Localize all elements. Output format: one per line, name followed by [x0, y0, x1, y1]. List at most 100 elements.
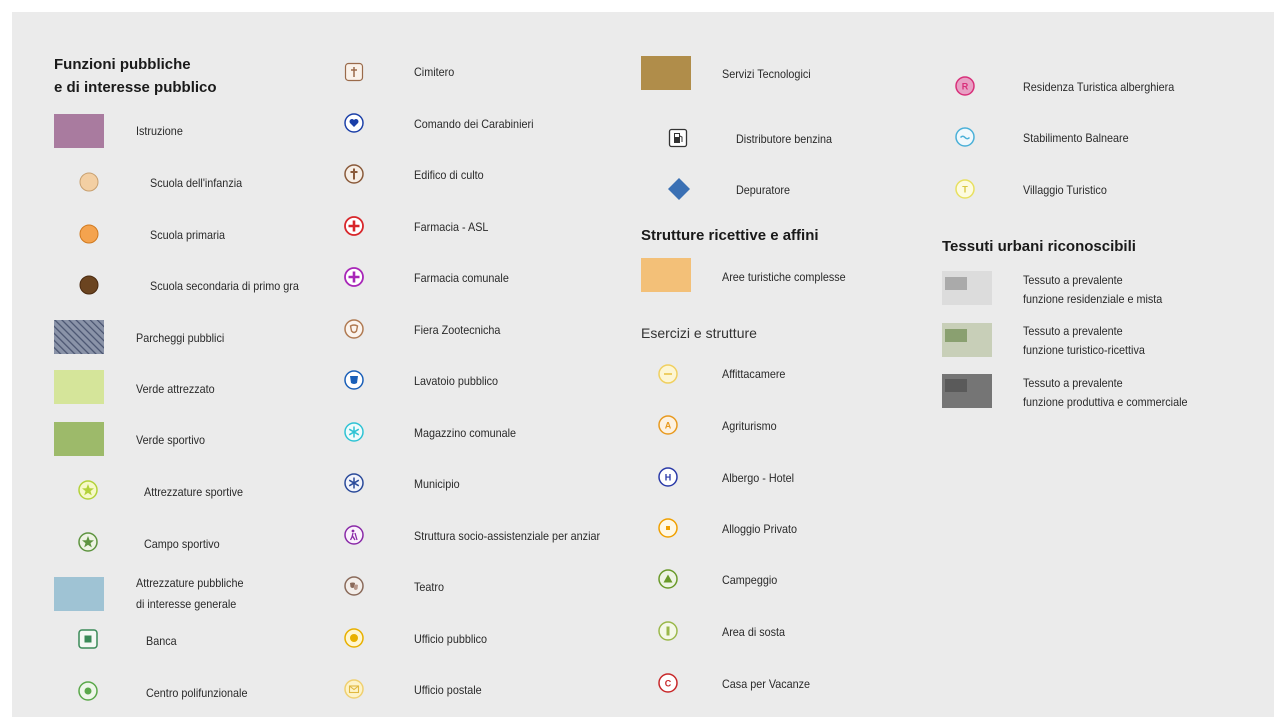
scuola-secondaria-icon	[78, 274, 100, 296]
legend-label-distributore: Distributore benzina	[736, 132, 833, 146]
fiera-icon	[343, 318, 365, 340]
verde-sportivo-swatch	[54, 422, 104, 456]
legend-label-scuola-secondaria: Scuola secondaria di primo gra	[150, 279, 299, 293]
tessuto-produttivo-inner	[945, 379, 967, 392]
square-dot-icon	[657, 517, 679, 539]
ufficio-pubblico-icon	[343, 627, 365, 649]
legend-label-farmacia-comunale: Farmacia comunale	[414, 271, 509, 285]
cross-icon	[343, 163, 365, 185]
section-title-funzioni-line1: Funzioni pubbliche	[54, 56, 191, 73]
letter-t-icon: T	[954, 178, 976, 200]
legend-label-tessuto-residenziale-line1: Tessuto a prevalente	[1023, 273, 1123, 287]
villaggio-glyph: T	[962, 185, 968, 195]
albergo-glyph: H	[665, 473, 672, 483]
teatro-icon	[343, 575, 365, 597]
legend-label-istruzione: Istruzione	[136, 124, 183, 138]
letter-c-icon: C	[657, 672, 679, 694]
legend-label-attrezzature-pubbliche-line2: di interesse generale	[136, 597, 237, 611]
legend-label-servizi-tecnologici: Servizi Tecnologici	[722, 67, 811, 81]
section-title-funzioni-line2: e di interesse pubblico	[54, 79, 217, 96]
farmacia-icon	[343, 266, 365, 288]
legend-label-cimitero: Cimitero	[414, 65, 455, 79]
asterisk-icon	[343, 472, 365, 494]
tessuto-residenziale-swatch	[942, 271, 992, 305]
lavatoio-icon	[343, 369, 365, 391]
tessuto-residenziale-inner	[945, 277, 967, 290]
letter-a-icon: A	[657, 414, 679, 436]
carabinieri-icon	[343, 112, 365, 134]
tessuto-turistico-inner	[945, 329, 967, 342]
legend-label-farmacia-asl: Farmacia - ASL	[414, 220, 489, 234]
legend-label-area-sosta: Area di sosta	[722, 625, 786, 639]
envelope-icon	[343, 678, 365, 700]
triangle-icon	[657, 568, 679, 590]
legend-label-tessuto-produttivo-line1: Tessuto a prevalente	[1023, 376, 1123, 390]
scuola-primaria-icon	[78, 223, 100, 245]
legend-label-magazzino: Magazzino comunale	[414, 426, 517, 440]
residenza-glyph: R	[962, 82, 969, 92]
bar-icon	[657, 620, 679, 642]
legend-label-banca: Banca	[146, 634, 177, 648]
legend-label-teatro: Teatro	[414, 580, 445, 594]
legend-label-fiera: Fiera Zootecnicha	[414, 323, 501, 337]
wave-icon	[954, 126, 976, 148]
tessuto-produttivo-swatch	[942, 374, 992, 408]
legend-label-verde-attrezzato: Verde attrezzato	[136, 382, 215, 396]
legend-label-carabinieri: Comando dei Carabinieri	[414, 117, 534, 131]
cimitero-icon	[344, 62, 364, 82]
legend-label-agriturismo: Agriturismo	[722, 419, 777, 433]
casa-vacanze-glyph: C	[665, 679, 672, 689]
section-title-strutture-ricettive: Strutture ricettive e affini	[641, 227, 819, 244]
legend-label-scuola-infanzia: Scuola dell'infanzia	[150, 176, 243, 190]
letter-h-icon: H	[657, 466, 679, 488]
legend-label-municipio: Municipio	[414, 477, 460, 491]
legend-label-scuola-primaria: Scuola primaria	[150, 228, 226, 242]
section-title-tessuti: Tessuti urbani riconoscibili	[942, 238, 1136, 255]
legend-label-ufficio-postale: Ufficio postale	[414, 683, 482, 697]
diamond-icon	[667, 177, 691, 201]
legend-label-attrezzature-sportive: Attrezzature sportive	[144, 485, 244, 499]
legend-label-casa-vacanze: Casa per Vacanze	[722, 677, 811, 691]
legend-label-affittacamere: Affittacamere	[722, 367, 786, 381]
legend-label-socio-assistenziale: Struttura socio-assistenziale per anziar	[414, 529, 601, 543]
fuel-pump-icon	[668, 128, 688, 148]
legend-label-centro-polifunzionale: Centro polifunzionale	[146, 686, 248, 700]
legend-label-aree-turistiche: Aree turistiche complesse	[722, 270, 846, 284]
star-icon	[77, 479, 99, 501]
legend-label-edificio-culto: Edifico di culto	[414, 168, 484, 182]
legend-label-tessuto-turistico-line1: Tessuto a prevalente	[1023, 324, 1123, 338]
legend-label-campeggio: Campeggio	[722, 573, 778, 587]
legend-label-verde-sportivo: Verde sportivo	[136, 433, 206, 447]
legend-label-stabilimento-balneare: Stabilimento Balneare	[1023, 131, 1129, 145]
legend-label-tessuto-produttivo-line2: funzione produttiva e commerciale	[1023, 395, 1188, 409]
agriturismo-glyph: A	[665, 421, 672, 431]
istruzione-swatch	[54, 114, 104, 148]
star-icon	[77, 531, 99, 553]
legend-label-attrezzature-pubbliche-line1: Attrezzature pubbliche	[136, 576, 244, 590]
legend-label-parcheggi: Parcheggi pubblici	[136, 331, 225, 345]
farmacia-icon	[343, 215, 365, 237]
legend-label-tessuto-turistico-line2: funzione turistico-ricettiva	[1023, 343, 1145, 357]
legend-label-albergo: Albergo - Hotel	[722, 471, 795, 485]
legend-label-ufficio-pubblico: Ufficio pubblico	[414, 632, 488, 646]
verde-attrezzato-swatch	[54, 370, 104, 404]
legend-label-villaggio-turistico: Villaggio Turistico	[1023, 183, 1107, 197]
subsection-title-esercizi: Esercizi e strutture	[641, 325, 757, 341]
scuola-infanzia-icon	[78, 171, 100, 193]
banca-icon	[78, 629, 98, 649]
centro-polifunzionale-icon	[77, 680, 99, 702]
legend-panel: Funzioni pubbliche e di interesse pubbli…	[12, 12, 1274, 717]
aree-turistiche-swatch	[641, 258, 691, 292]
tessuto-turistico-swatch	[942, 323, 992, 357]
legend-label-alloggio-privato: Alloggio Privato	[722, 522, 798, 536]
asterisk-icon	[343, 421, 365, 443]
affittacamere-icon	[657, 363, 679, 385]
servizi-tecnologici-swatch	[641, 56, 691, 90]
legend-label-campo-sportivo: Campo sportivo	[144, 537, 220, 551]
legend-label-tessuto-residenziale-line2: funzione residenziale e mista	[1023, 292, 1163, 306]
attrezzature-pubbliche-swatch	[54, 577, 104, 611]
legend-label-lavatoio: Lavatoio pubblico	[414, 374, 499, 388]
anziani-icon	[343, 524, 365, 546]
letter-r-icon: R	[954, 75, 976, 97]
parcheggi-swatch	[54, 320, 104, 354]
